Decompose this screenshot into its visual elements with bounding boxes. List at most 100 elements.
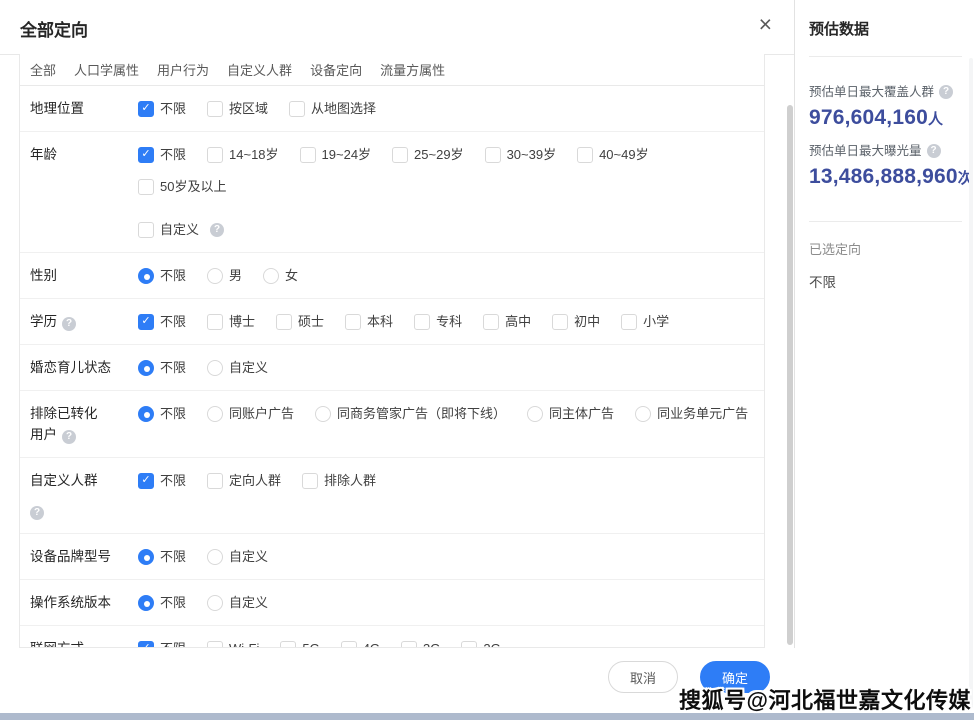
- radio-icon[interactable]: [207, 595, 223, 611]
- checkbox-option[interactable]: Wi-Fi: [207, 638, 259, 648]
- checkbox-icon[interactable]: [345, 314, 361, 330]
- cancel-button[interactable]: 取消: [608, 661, 678, 693]
- radio-checked-icon[interactable]: [138, 549, 154, 565]
- checkbox-option[interactable]: 5G: [280, 638, 319, 648]
- checkbox-icon[interactable]: [280, 641, 296, 649]
- checkbox-option[interactable]: ✓不限: [138, 144, 186, 165]
- checkbox-option[interactable]: 专科: [414, 311, 462, 332]
- radio-checked-icon[interactable]: [138, 360, 154, 376]
- checkbox-checked-icon[interactable]: ✓: [138, 147, 154, 163]
- checkbox-checked-icon[interactable]: ✓: [138, 314, 154, 330]
- checkbox-option[interactable]: 硕士: [276, 311, 324, 332]
- help-icon[interactable]: [939, 85, 953, 99]
- help-icon[interactable]: [927, 144, 941, 158]
- radio-option[interactable]: 自定义: [207, 357, 268, 378]
- checkbox-option[interactable]: 19~24岁: [300, 144, 372, 165]
- radio-checked-icon[interactable]: [138, 268, 154, 284]
- checkbox-option[interactable]: 从地图选择: [289, 98, 376, 119]
- radio-option[interactable]: 不限: [138, 265, 186, 286]
- radio-icon[interactable]: [263, 268, 279, 284]
- radio-checked-icon[interactable]: [138, 406, 154, 422]
- checkbox-icon[interactable]: [207, 147, 223, 163]
- checkbox-icon[interactable]: [461, 641, 477, 649]
- checkbox-icon[interactable]: [483, 314, 499, 330]
- checkbox-icon[interactable]: [276, 314, 292, 330]
- checkbox-checked-icon[interactable]: ✓: [138, 473, 154, 489]
- checkbox-option[interactable]: 自定义: [138, 219, 224, 240]
- checkbox-option[interactable]: 40~49岁: [577, 144, 649, 165]
- checkbox-icon[interactable]: [401, 641, 417, 649]
- radio-option[interactable]: 自定义: [207, 592, 268, 613]
- checkbox-option[interactable]: 初中: [552, 311, 600, 332]
- checkbox-icon[interactable]: [392, 147, 408, 163]
- checkbox-option[interactable]: 50岁及以上: [138, 176, 226, 197]
- radio-icon[interactable]: [315, 406, 331, 422]
- checkbox-option[interactable]: 定向人群: [207, 470, 281, 491]
- radio-option[interactable]: 同业务单元广告: [635, 403, 748, 424]
- radio-icon[interactable]: [207, 549, 223, 565]
- radio-icon[interactable]: [207, 268, 223, 284]
- tab-2[interactable]: 用户行为: [157, 60, 209, 79]
- radio-option[interactable]: 同主体广告: [527, 403, 614, 424]
- checkbox-option[interactable]: 小学: [621, 311, 669, 332]
- checkbox-option[interactable]: 博士: [207, 311, 255, 332]
- tab-1[interactable]: 人口学属性: [74, 60, 139, 79]
- checkbox-option[interactable]: 本科: [345, 311, 393, 332]
- checkbox-icon[interactable]: [621, 314, 637, 330]
- checkbox-option[interactable]: 30~39岁: [485, 144, 557, 165]
- radio-icon[interactable]: [635, 406, 651, 422]
- checkbox-option[interactable]: 高中: [483, 311, 531, 332]
- checkbox-option[interactable]: 14~18岁: [207, 144, 279, 165]
- checkbox-icon[interactable]: [138, 179, 154, 195]
- radio-icon[interactable]: [207, 360, 223, 376]
- radio-option[interactable]: 同商务管家广告（即将下线）: [315, 403, 506, 424]
- radio-option[interactable]: 女: [263, 265, 298, 286]
- checkbox-option[interactable]: 4G: [341, 638, 380, 648]
- checkbox-option[interactable]: ✓不限: [138, 638, 186, 648]
- radio-checked-icon[interactable]: [138, 595, 154, 611]
- radio-option[interactable]: 同账户广告: [207, 403, 294, 424]
- help-icon[interactable]: [30, 506, 44, 520]
- tab-5[interactable]: 流量方属性: [380, 60, 445, 79]
- checkbox-checked-icon[interactable]: ✓: [138, 101, 154, 117]
- checkbox-option[interactable]: ✓不限: [138, 470, 186, 491]
- checkbox-icon[interactable]: [485, 147, 501, 163]
- radio-option[interactable]: 不限: [138, 357, 186, 378]
- checkbox-checked-icon[interactable]: ✓: [138, 641, 154, 649]
- checkbox-icon[interactable]: [207, 641, 223, 649]
- checkbox-icon[interactable]: [207, 101, 223, 117]
- radio-icon[interactable]: [527, 406, 543, 422]
- checkbox-icon[interactable]: [552, 314, 568, 330]
- checkbox-icon[interactable]: [341, 641, 357, 649]
- checkbox-icon[interactable]: [138, 222, 154, 238]
- modal-scrollbar-thumb[interactable]: [787, 105, 793, 645]
- checkbox-icon[interactable]: [207, 473, 223, 489]
- checkbox-icon[interactable]: [302, 473, 318, 489]
- checkbox-icon[interactable]: [300, 147, 316, 163]
- checkbox-icon[interactable]: [207, 314, 223, 330]
- tab-0[interactable]: 全部: [30, 60, 56, 79]
- checkbox-option[interactable]: 3G: [401, 638, 440, 648]
- radio-option[interactable]: 不限: [138, 403, 186, 424]
- checkbox-option[interactable]: 排除人群: [302, 470, 376, 491]
- radio-icon[interactable]: [207, 406, 223, 422]
- checkbox-option[interactable]: 25~29岁: [392, 144, 464, 165]
- radio-option[interactable]: 不限: [138, 592, 186, 613]
- checkbox-option[interactable]: ✓不限: [138, 98, 186, 119]
- radio-option[interactable]: 不限: [138, 546, 186, 567]
- checkbox-icon[interactable]: [289, 101, 305, 117]
- tab-3[interactable]: 自定义人群: [227, 60, 292, 79]
- radio-option[interactable]: 自定义: [207, 546, 268, 567]
- help-icon[interactable]: [210, 223, 224, 237]
- help-icon[interactable]: [62, 317, 76, 331]
- tab-4[interactable]: 设备定向: [310, 60, 362, 79]
- checkbox-option[interactable]: 按区域: [207, 98, 268, 119]
- checkbox-icon[interactable]: [577, 147, 593, 163]
- panel-scrollbar-track[interactable]: [969, 58, 973, 708]
- help-icon[interactable]: [62, 430, 76, 444]
- radio-option[interactable]: 男: [207, 265, 242, 286]
- close-icon[interactable]: ×: [759, 13, 772, 36]
- checkbox-icon[interactable]: [414, 314, 430, 330]
- checkbox-option[interactable]: 2G: [461, 638, 500, 648]
- checkbox-option[interactable]: ✓不限: [138, 311, 186, 332]
